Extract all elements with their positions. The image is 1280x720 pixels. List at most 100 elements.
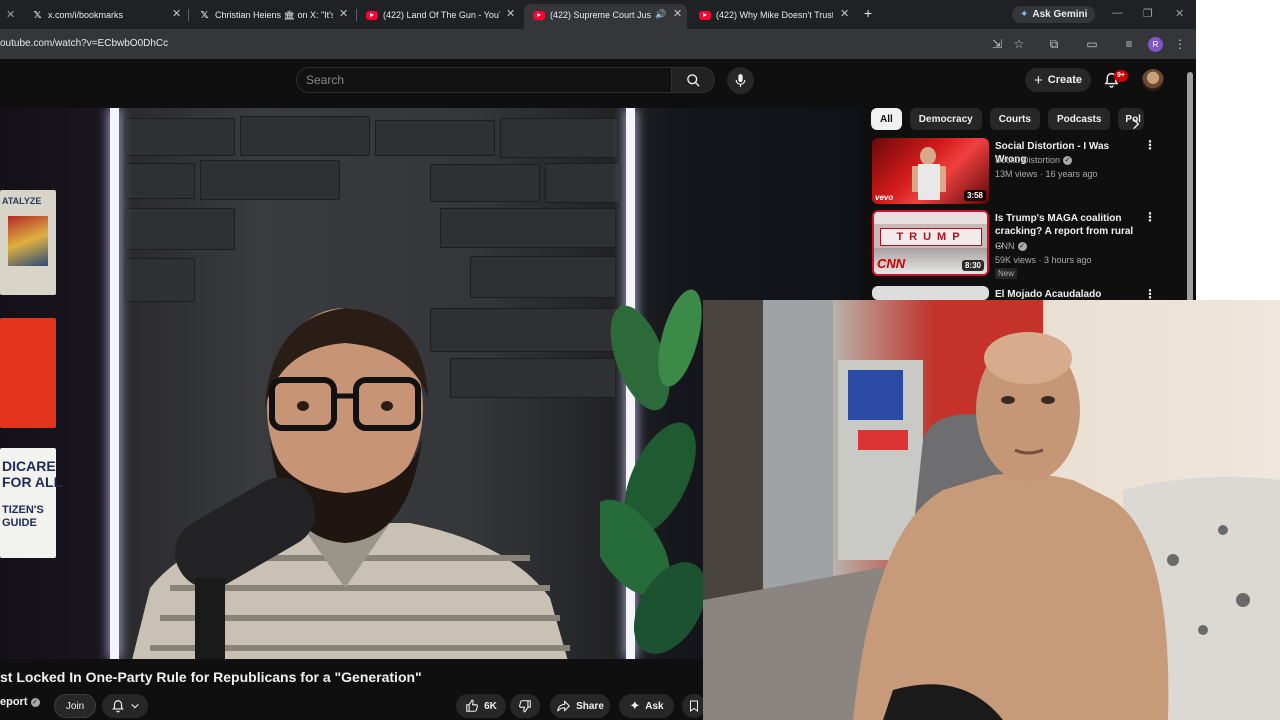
youtube-icon — [366, 10, 378, 20]
tab-label: Christian Heiens 🏛 on X: "It's — [215, 9, 333, 20]
account-avatar[interactable] — [1142, 69, 1164, 91]
chip-podcasts[interactable]: Podcasts — [1047, 108, 1111, 130]
recommendation-item[interactable]: vevo 3:58 Social Distortion - I Was Wron… — [872, 138, 1162, 206]
dislike-button[interactable] — [510, 694, 540, 718]
recommendation-title[interactable]: El Mojado Acaudalado — [995, 288, 1140, 300]
url-field[interactable]: outube.com/watch?v=ECbwbO0DhCc — [0, 38, 168, 49]
voice-search-button[interactable] — [727, 67, 754, 94]
recommendation-channel[interactable]: CNN ✓ — [995, 241, 1027, 251]
install-app-icon[interactable]: ⇲ — [990, 37, 1004, 51]
recommendation-channel[interactable]: Social Distortion ✓ — [995, 155, 1073, 165]
channel-name-text: CNN — [995, 241, 1015, 251]
tab-christian-heiens[interactable]: 𝕏 Christian Heiens 🏛 on X: "It's — [199, 4, 333, 26]
minimize-icon[interactable]: — — [1112, 7, 1123, 19]
more-options-icon[interactable]: ⋮ — [1144, 211, 1156, 223]
close-tab-icon[interactable]: ✕ — [339, 8, 348, 20]
tab-land-of-the-gun[interactable]: (422) Land Of The Gun - YouTu — [366, 4, 500, 26]
webcam-overlay — [703, 300, 1280, 720]
more-options-icon[interactable]: ⋮ — [1144, 139, 1156, 151]
close-tab-icon[interactable]: ✕ — [6, 8, 15, 21]
new-tab-button[interactable]: + — [864, 5, 872, 21]
join-button[interactable]: Join — [54, 694, 96, 718]
duration-badge: 3:58 — [963, 190, 986, 201]
chevron-right-icon[interactable] — [1129, 117, 1143, 131]
vevo-logo: vevo — [875, 193, 894, 202]
thumbs-up-icon — [466, 699, 479, 712]
recommendation-item[interactable]: El Mojado Acaudalado ⋮ — [872, 286, 1162, 300]
close-tab-icon[interactable]: ✕ — [840, 8, 849, 20]
create-label: Create — [1047, 74, 1082, 86]
profile-avatar[interactable]: R — [1148, 37, 1163, 52]
gemini-sparkle-icon: ✦ — [1020, 9, 1029, 20]
tab-why-mike[interactable]: (422) Why Mike Doesn't Trust M — [699, 4, 833, 26]
video-thumbnail[interactable]: vevo 3:58 — [872, 138, 989, 204]
share-label: Share — [576, 700, 604, 712]
search-input[interactable] — [306, 72, 656, 88]
channel-name-text: Social Distortion — [995, 155, 1061, 165]
tab-label: (422) Supreme Court Just L — [550, 10, 651, 20]
verified-icon: ✓ — [1063, 155, 1073, 165]
notification-count-badge: 9+ — [1114, 70, 1128, 82]
verified-icon: ✓ — [1017, 241, 1027, 251]
trump-sign: TRUMP — [880, 228, 982, 246]
chip-all[interactable]: All — [871, 108, 902, 130]
tab-label: (422) Land Of The Gun - YouTu — [383, 10, 500, 20]
tab-supreme-court[interactable]: (422) Supreme Court Just L — [533, 4, 651, 26]
x-icon: 𝕏 — [200, 9, 209, 21]
verified-icon: ✓ — [30, 697, 40, 707]
close-tab-icon[interactable]: ✕ — [506, 8, 515, 20]
close-tab-icon[interactable]: ✕ — [172, 8, 181, 20]
reading-list-icon[interactable]: ≡ — [1122, 37, 1136, 51]
video-title: st Locked In One-Party Rule for Republic… — [0, 669, 422, 685]
recommendation-meta: 13M views · 16 years ago — [995, 169, 1098, 179]
share-icon — [557, 700, 571, 712]
extensions-icon[interactable]: ⧉ — [1047, 37, 1061, 51]
create-button[interactable]: + Create — [1025, 68, 1091, 92]
subscription-bell-button[interactable] — [102, 694, 148, 718]
address-bar: outube.com/watch?v=ECbwbO0DhCc ⇲ ☆ ⧉ ▭ ≡… — [0, 29, 1196, 59]
scrollbar-thumb[interactable] — [1187, 72, 1193, 302]
audio-playing-icon[interactable]: 🔊 — [655, 8, 666, 20]
menu-kebab-icon[interactable]: ⋮ — [1173, 37, 1187, 51]
bell-icon — [111, 700, 124, 713]
webcam-scene — [703, 300, 1280, 720]
host-person — [132, 308, 570, 659]
video-thumbnail[interactable] — [872, 286, 989, 300]
book-cover: DICARE FOR ALL TIZEN'S GUIDE — [0, 448, 62, 558]
share-button[interactable]: Share — [550, 694, 610, 718]
side-panel-icon[interactable]: ▭ — [1085, 37, 1099, 51]
plant — [600, 289, 707, 654]
search-button[interactable] — [671, 67, 715, 93]
recommendation-item[interactable]: TRUMP CNN 8:30 Is Trump's MAGA coalition… — [872, 210, 1162, 282]
youtube-icon — [533, 10, 545, 20]
ask-label: Ask — [645, 700, 664, 712]
restore-icon[interactable]: ❐ — [1143, 7, 1153, 20]
filter-chips: All Democracy Courts Podcasts Pol — [871, 108, 1145, 130]
chip-courts[interactable]: Courts — [989, 108, 1040, 130]
more-options-icon[interactable]: ⋮ — [1144, 288, 1156, 300]
book-cover: ATALYZE — [0, 190, 56, 295]
tab-separator — [356, 9, 357, 21]
channel-name[interactable]: eport ✓ — [0, 696, 40, 708]
sparkle-icon: ✦ — [629, 698, 641, 713]
chip-democracy[interactable]: Democracy — [909, 108, 982, 130]
tab-bookmarks[interactable]: 𝕏 x.com/i/bookmarks — [32, 4, 172, 26]
cnn-logo: CNN — [877, 256, 906, 271]
bookmark-star-icon[interactable]: ☆ — [1012, 37, 1026, 51]
close-window-icon[interactable]: ✕ — [1175, 7, 1184, 20]
tab-strip: ✕ 𝕏 x.com/i/bookmarks ✕ 𝕏 Christian Heie… — [0, 0, 1196, 29]
tab-separator — [188, 9, 189, 21]
close-tab-icon[interactable]: ✕ — [673, 8, 682, 20]
book-cover — [0, 318, 56, 428]
like-button[interactable]: 6K — [456, 694, 506, 718]
video-thumbnail[interactable]: TRUMP CNN 8:30 — [872, 210, 989, 276]
ask-button[interactable]: ✦ Ask — [619, 694, 674, 718]
microphone-icon — [735, 74, 746, 87]
tab-label: (422) Why Mike Doesn't Trust M — [716, 10, 833, 20]
search-icon — [686, 73, 700, 87]
chevron-down-icon — [130, 703, 139, 709]
tab-label: x.com/i/bookmarks — [48, 10, 124, 20]
recommendation-meta: 59K views · 3 hours ago — [995, 255, 1092, 265]
ask-gemini-button[interactable]: ✦ Ask Gemini — [1012, 6, 1096, 23]
thumbs-down-icon — [519, 700, 531, 713]
